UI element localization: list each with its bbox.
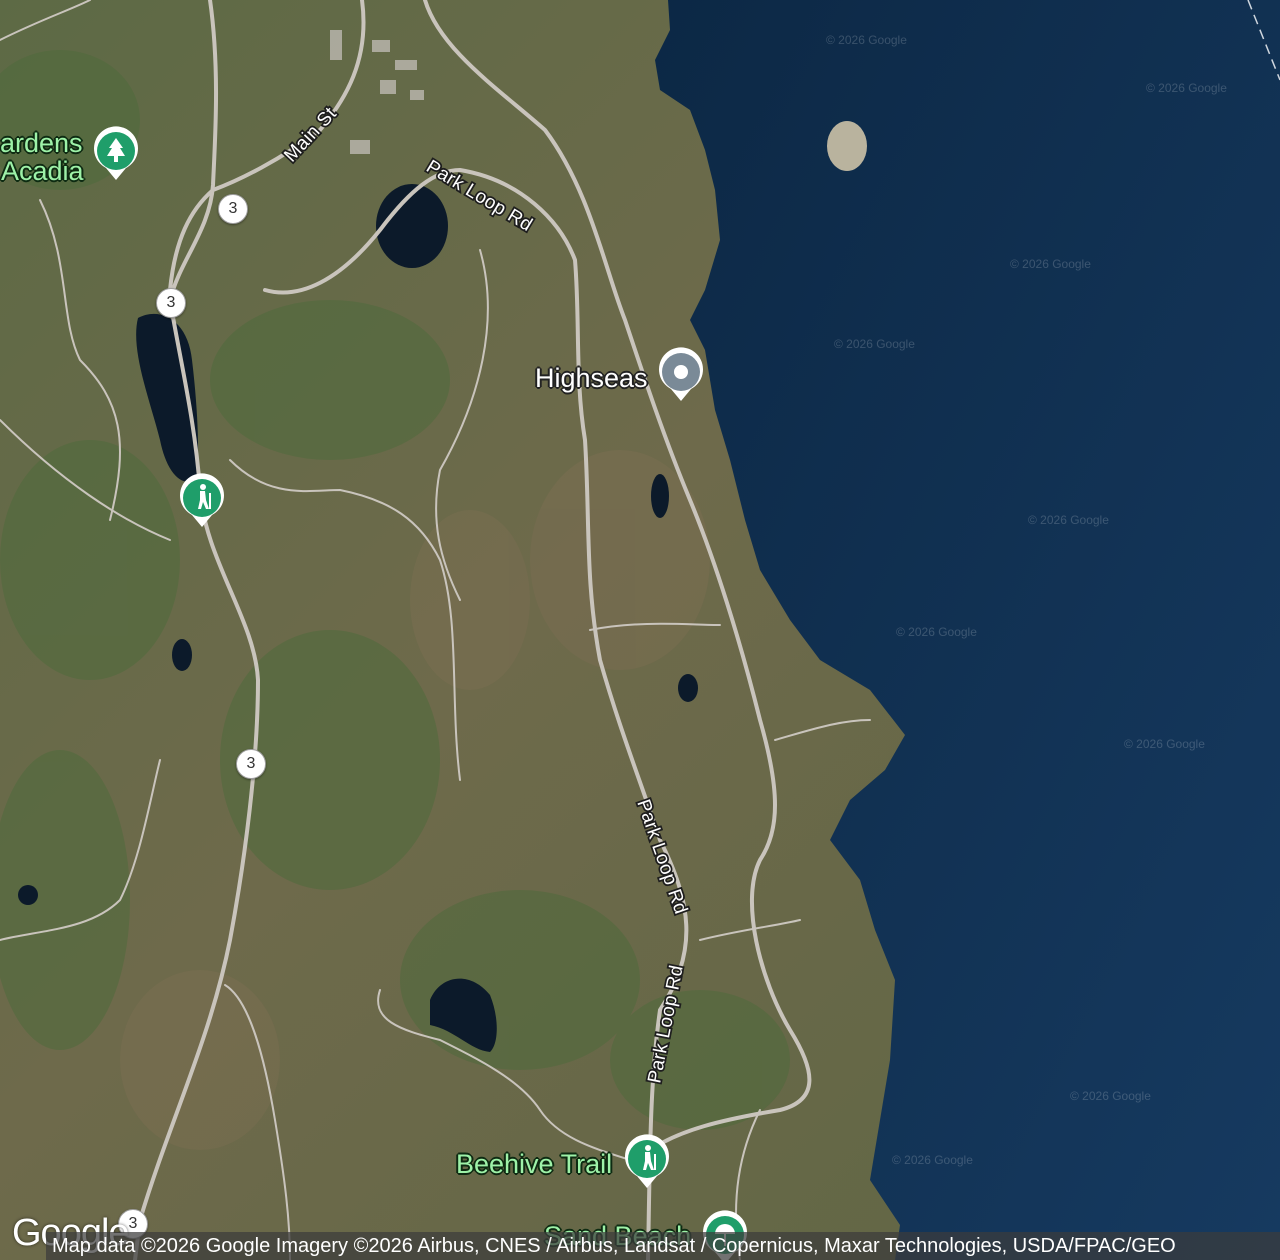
poi-label-highseas[interactable]: Highseas: [535, 364, 648, 392]
poi-label-gardens-line2[interactable]: Acadia: [1, 157, 84, 185]
watermark: © 2026 Google: [834, 337, 915, 351]
map-attribution[interactable]: Map data ©2026 Google Imagery ©2026 Airb…: [46, 1232, 1280, 1260]
route-shield: 3: [218, 194, 248, 224]
island: [827, 121, 867, 171]
watermark: © 2026 Google: [826, 33, 907, 47]
watermark: © 2026 Google: [896, 625, 977, 639]
hiking-icon[interactable]: [623, 1134, 671, 1190]
watermark: © 2026 Google: [892, 1153, 973, 1167]
poi-label-gardens-line1[interactable]: ardens: [0, 129, 83, 157]
route-shield: 3: [236, 749, 266, 779]
park-tree-icon[interactable]: [92, 126, 140, 182]
watermark: © 2026 Google: [1010, 257, 1091, 271]
hiking-icon[interactable]: [178, 473, 226, 529]
watermark: © 2026 Google: [1028, 513, 1109, 527]
map-imagery: Main St Park Loop Rd Park Loop Rd Park L…: [0, 0, 1280, 1260]
watermark: © 2026 Google: [1146, 81, 1227, 95]
route-shield: 3: [156, 288, 186, 318]
location-dot-icon[interactable]: [657, 347, 705, 403]
watermark: © 2026 Google: [1070, 1089, 1151, 1103]
poi-label-beehive-trail[interactable]: Beehive Trail: [456, 1150, 612, 1178]
satellite-map[interactable]: Main St Park Loop Rd Park Loop Rd Park L…: [0, 0, 1280, 1260]
watermark: © 2026 Google: [1124, 737, 1205, 751]
